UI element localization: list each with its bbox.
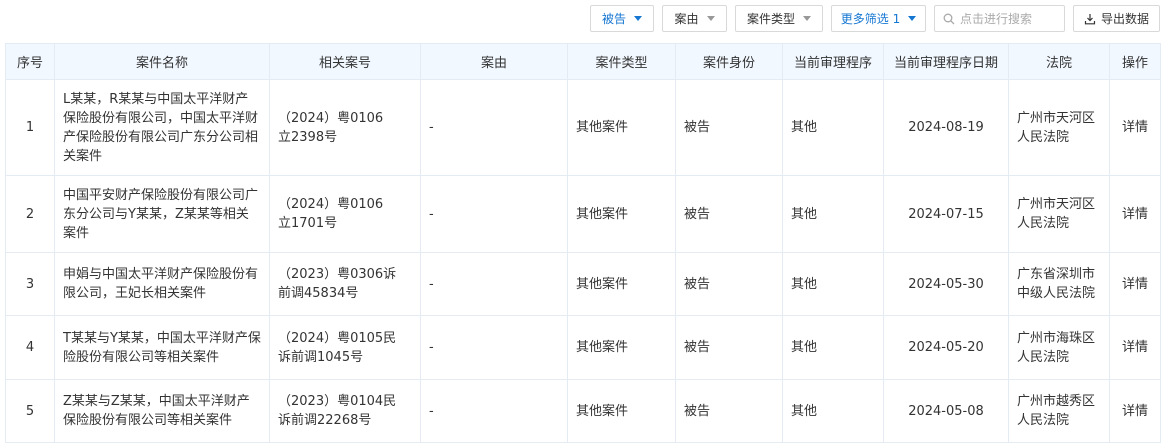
export-label: 导出数据 [1100,12,1149,26]
cause-cell: - [420,252,568,316]
case-name-link[interactable]: T某某与Y某某，中国太平洋财产保险股份有限公司等相关案件 [54,315,270,380]
case-role-cell: 被告 [675,79,783,176]
case-name-link[interactable]: L某某，R某某与中国太平洋财产保险股份有限公司，中国太平洋财产保险股份有限公司广… [54,79,270,176]
case-name-link[interactable]: 申娟与中国太平洋财产保险股份有限公司，王妃长相关案件 [54,252,270,316]
more-filter-dropdown[interactable]: 更多筛选 1 [831,5,926,32]
procedure-date-cell: 2024-05-08 [883,379,1009,443]
caret-down-icon [803,16,811,21]
table-row: 1 L某某，R某某与中国太平洋财产保险股份有限公司，中国太平洋财产保险股份有限公… [5,79,1161,176]
header-case-number: 相关案号 [269,43,421,80]
case-role-cell: 被告 [675,379,783,443]
header-action: 操作 [1109,43,1161,80]
cause-cell: - [420,315,568,380]
role-filter-dropdown[interactable]: 被告 [590,5,654,32]
filter-toolbar: 被告 案由 案件类型 更多筛选 1 点击进行搜索 导出数据 [590,5,1160,32]
procedure-date-cell: 2024-05-30 [883,252,1009,316]
court-cell: 广州市天河区人民法院 [1008,175,1110,253]
case-number-link[interactable]: （2023）粤0306诉前调45834号 [269,252,421,316]
more-filter-label: 更多筛选 1 [840,12,901,26]
case-number-text: （2023）粤0306诉前调45834号 [278,267,397,301]
case-number-text: （2024）粤0105民诉前调1045号 [278,330,397,365]
procedure-cell: 其他 [782,315,884,380]
row-index: 2 [5,175,55,253]
search-icon [943,13,955,24]
case-number-link[interactable]: （2024）粤0106立2398号 [269,79,421,176]
header-index: 序号 [5,43,55,80]
procedure-cell: 其他 [782,175,884,253]
cause-filter-dropdown[interactable]: 案由 [662,5,727,32]
search-placeholder: 点击进行搜索 [960,12,1033,26]
procedure-date-cell: 2024-08-19 [883,79,1009,176]
case-number-link[interactable]: （2023）粤0104民诉前调22268号 [269,379,421,443]
case-type-filter-label: 案件类型 [746,12,795,26]
case-number-text: （2024）粤0106立2398号 [278,110,384,145]
role-filter-label: 被告 [601,12,626,26]
header-procedure-date: 当前审理程序日期 [883,43,1009,80]
case-table: 序号 案件名称 相关案号 案由 案件类型 案件身份 当前审理程序 当前审理程序日… [5,43,1161,443]
court-cell: 广东省深圳市中级人民法院 [1008,252,1110,316]
case-type-filter-dropdown[interactable]: 案件类型 [735,5,823,32]
procedure-cell: 其他 [782,79,884,176]
case-role-cell: 被告 [675,252,783,316]
header-court: 法院 [1008,43,1110,80]
cause-cell: - [420,79,568,176]
table-row: 4 T某某与Y某某，中国太平洋财产保险股份有限公司等相关案件 （2024）粤01… [5,315,1161,380]
case-name-link[interactable]: Z某某与Z某某，中国太平洋财产保险股份有限公司等相关案件 [54,379,270,443]
case-type-cell: 其他案件 [567,175,676,253]
header-cause: 案由 [420,43,568,80]
caret-down-icon [908,16,917,21]
detail-link[interactable]: 详情 [1109,252,1161,316]
case-name-link[interactable]: 中国平安财产保险股份有限公司广东分公司与Y某某，Z某某等相关案件 [54,175,270,253]
case-type-cell: 其他案件 [567,79,676,176]
cause-cell: - [420,379,568,443]
table-header-row: 序号 案件名称 相关案号 案由 案件类型 案件身份 当前审理程序 当前审理程序日… [5,43,1161,80]
header-procedure: 当前审理程序 [782,43,884,80]
row-index: 5 [5,379,55,443]
court-cell: 广州市海珠区人民法院 [1008,315,1110,380]
search-input[interactable]: 点击进行搜索 [934,5,1065,32]
header-case-type: 案件类型 [567,43,676,80]
detail-link[interactable]: 详情 [1109,79,1161,176]
table-row: 3 申娟与中国太平洋财产保险股份有限公司，王妃长相关案件 （2023）粤0306… [5,252,1161,316]
caret-down-icon [706,16,715,21]
caret-down-icon [634,16,642,21]
row-index: 1 [5,79,55,176]
case-role-cell: 被告 [675,175,783,253]
case-type-cell: 其他案件 [567,252,676,316]
table-row: 2 中国平安财产保险股份有限公司广东分公司与Y某某，Z某某等相关案件 （2024… [5,175,1161,253]
case-number-text: （2023）粤0104民诉前调22268号 [278,394,397,428]
detail-link[interactable]: 详情 [1109,175,1161,253]
table-row: 5 Z某某与Z某某，中国太平洋财产保险股份有限公司等相关案件 （2023）粤01… [5,379,1161,443]
court-cell: 广州市越秀区人民法院 [1008,379,1110,443]
cause-cell: - [420,175,568,253]
case-type-cell: 其他案件 [567,315,676,380]
procedure-cell: 其他 [782,252,884,316]
download-icon [1084,13,1096,24]
court-cell: 广州市天河区人民法院 [1008,79,1110,176]
export-button[interactable]: 导出数据 [1073,5,1160,32]
case-number-text: （2024）粤0106立1701号 [278,197,384,231]
case-type-cell: 其他案件 [567,379,676,443]
detail-link[interactable]: 详情 [1109,315,1161,380]
case-number-link[interactable]: （2024）粤0105民诉前调1045号 [269,315,421,380]
cause-filter-label: 案由 [674,12,699,26]
procedure-cell: 其他 [782,379,884,443]
row-index: 3 [5,252,55,316]
case-role-cell: 被告 [675,315,783,380]
case-number-link[interactable]: （2024）粤0106立1701号 [269,175,421,253]
procedure-date-cell: 2024-05-20 [883,315,1009,380]
procedure-date-cell: 2024-07-15 [883,175,1009,253]
detail-link[interactable]: 详情 [1109,379,1161,443]
header-case-role: 案件身份 [675,43,783,80]
header-case-name: 案件名称 [54,43,270,80]
row-index: 4 [5,315,55,380]
